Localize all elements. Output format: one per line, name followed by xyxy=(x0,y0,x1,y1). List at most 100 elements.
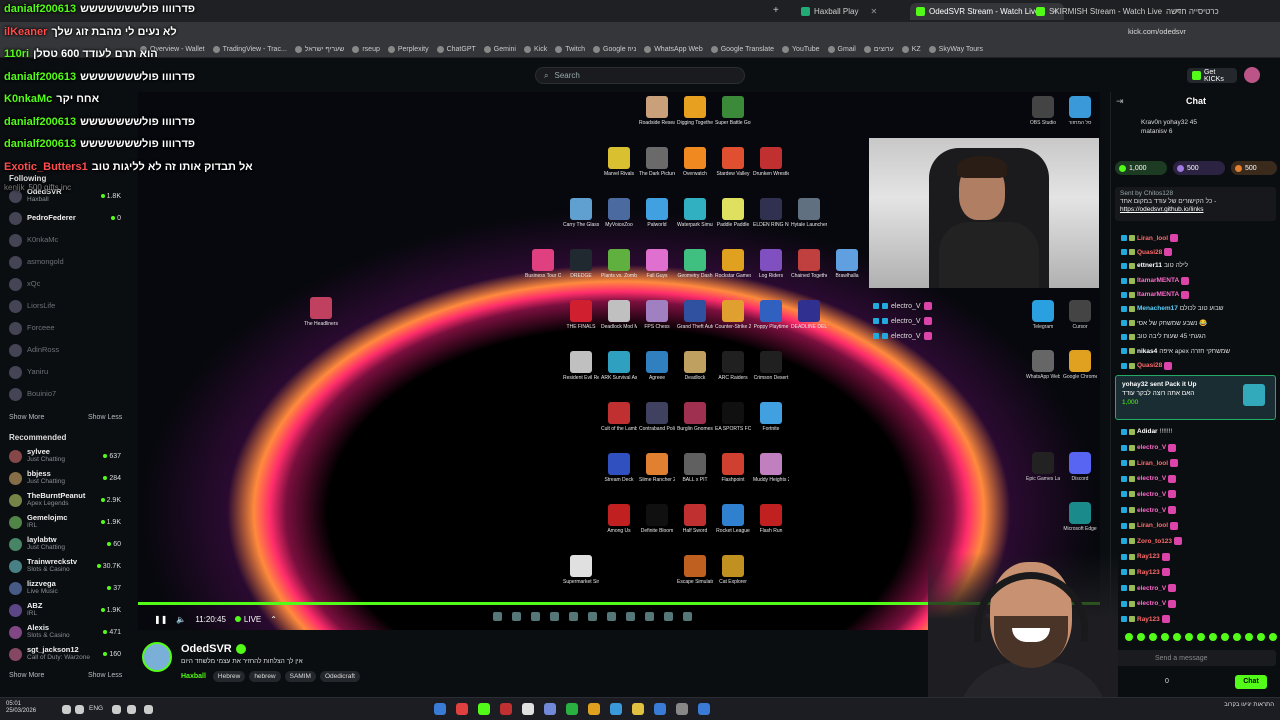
taskbar-app-icon[interactable] xyxy=(544,703,556,715)
taskbar-app-icon[interactable] xyxy=(522,703,534,715)
taskbar-app-icon[interactable] xyxy=(676,703,688,715)
tray-icon[interactable] xyxy=(144,705,153,714)
tray-icon[interactable] xyxy=(62,705,71,714)
taskbar-app-icon[interactable] xyxy=(588,703,600,715)
bookmark-item[interactable]: YouTube xyxy=(782,46,820,53)
new-tab-plus-icon[interactable]: + xyxy=(773,5,779,16)
sidebar-channel[interactable]: LiorsLife xyxy=(9,296,121,316)
streamer-avatar[interactable] xyxy=(142,642,172,672)
taskbar-app-icon[interactable] xyxy=(610,703,622,715)
show-more-link[interactable]: Show More xyxy=(9,414,44,421)
tab-new[interactable]: כרטיסייה חדשה xyxy=(1160,3,1225,20)
recommended-channel[interactable]: ABZ IRL 1.9K xyxy=(9,600,121,620)
chat-username[interactable]: Zoro_to123 xyxy=(1137,538,1172,545)
taskbar-app-icon[interactable] xyxy=(654,703,666,715)
chat-username[interactable]: Liran_lool xyxy=(1137,460,1168,467)
sidebar-channel[interactable]: Bouinio7 xyxy=(9,384,121,404)
recommended-channel[interactable]: laylabtw Just Chatting 60 xyxy=(9,534,121,554)
bookmark-item[interactable]: ChatGPT xyxy=(436,46,476,53)
taskbar-app-icon[interactable] xyxy=(456,703,468,715)
bookmark-item[interactable]: rseup xyxy=(352,46,380,53)
url-text[interactable]: kick.com/odedsvr xyxy=(1128,27,1186,36)
chat-username[interactable]: electro_V xyxy=(1137,491,1166,498)
chat-username[interactable]: Ray123 xyxy=(1137,553,1160,560)
taskbar-app-icon[interactable] xyxy=(500,703,512,715)
bookmark-item[interactable]: Gemini xyxy=(483,46,516,53)
tray-icon[interactable] xyxy=(75,705,84,714)
gift-pill[interactable]: 1,000 xyxy=(1115,161,1167,175)
get-kicks-button[interactable]: Get KICKs xyxy=(1187,68,1237,83)
bookmark-item[interactable]: Twitch xyxy=(555,46,585,53)
tag[interactable]: SAMIM xyxy=(284,671,316,682)
chat-username[interactable]: ItamarMENTA xyxy=(1137,277,1179,284)
sidebar-channel[interactable]: PedroFederer 0 xyxy=(9,208,121,228)
chat-username[interactable]: electro_V xyxy=(1137,585,1166,592)
recommended-channel[interactable]: Trainwreckstv Slots & Casino 30.7K xyxy=(9,556,121,576)
chat-username[interactable]: ettner11 xyxy=(1137,262,1162,269)
recommended-channel[interactable]: Alexis Slots & Casino 471 xyxy=(9,622,121,642)
bookmark-item[interactable]: KZ xyxy=(901,46,921,53)
chat-username[interactable]: Ray123 xyxy=(1137,569,1160,576)
mute-icon[interactable]: 🔈 xyxy=(176,615,186,624)
chat-username[interactable]: electro_V xyxy=(1137,507,1166,514)
tray-icon[interactable] xyxy=(112,705,121,714)
bookmark-item[interactable]: Google ניוז xyxy=(593,46,636,53)
chat-username[interactable]: electro_V xyxy=(1137,475,1166,482)
taskbar-app-icon[interactable] xyxy=(434,703,446,715)
taskbar-app-icon[interactable] xyxy=(698,703,710,715)
avatar[interactable] xyxy=(1244,67,1260,83)
recommended-channel[interactable]: Gemelojmc IRL 1.9K xyxy=(9,512,121,532)
pause-icon[interactable]: ❚❚ xyxy=(154,615,167,624)
channel-points[interactable]: 0 xyxy=(1165,678,1169,685)
bookmark-item[interactable]: Perplexity xyxy=(387,46,429,53)
sidebar-channel[interactable]: AdinRoss xyxy=(9,340,121,360)
close-icon[interactable]: ✕ xyxy=(870,7,877,16)
bookmark-item[interactable]: ערוצים xyxy=(863,46,894,53)
show-less-link[interactable]: Show Less xyxy=(88,672,122,679)
chevron-up-icon[interactable]: ⌃ xyxy=(270,615,277,624)
recommended-channel[interactable]: bbjess Just Chatting 284 xyxy=(9,468,121,488)
gift-pill[interactable]: 500 xyxy=(1173,161,1225,175)
chat-username[interactable]: Ray123 xyxy=(1137,616,1160,623)
bookmark-item[interactable]: Google Translate xyxy=(710,46,774,53)
chat-username[interactable]: electro_V xyxy=(1137,600,1166,607)
gift-pill[interactable]: 500 xyxy=(1231,161,1277,175)
category-link[interactable]: Haxball xyxy=(181,673,206,680)
sidebar-channel[interactable]: Forceee xyxy=(9,318,121,338)
chat-username[interactable]: Menachem17 xyxy=(1137,305,1178,312)
recommended-channel[interactable]: TheBurntPeanut Apex Legends 2.9K xyxy=(9,490,121,510)
bookmark-item[interactable]: SkyWay Tours xyxy=(928,46,983,53)
bookmark-item[interactable]: WhatsApp Web xyxy=(644,46,703,53)
language-indicator[interactable]: ENG xyxy=(89,705,103,712)
tag[interactable]: hebrew xyxy=(249,671,281,682)
chat-username[interactable]: Adidar xyxy=(1137,428,1158,435)
taskbar-app-icon[interactable] xyxy=(566,703,578,715)
sidebar-channel[interactable]: K0nkaMc xyxy=(9,230,121,250)
taskbar-app-icon[interactable] xyxy=(478,703,490,715)
recommended-channel[interactable]: lizzvega Live Music 37 xyxy=(9,578,121,598)
chat-input[interactable]: Send a message xyxy=(1115,650,1276,666)
taskbar-clock[interactable]: 05:01 25/03/2026 xyxy=(6,701,36,715)
show-less-link[interactable]: Show Less xyxy=(88,414,122,421)
sidebar-channel[interactable]: asmongold xyxy=(9,252,121,272)
tab-haxball[interactable]: Haxball Play ✕ xyxy=(795,3,883,20)
chat-username[interactable]: ItamarMENTA xyxy=(1137,291,1179,298)
show-more-link[interactable]: Show More xyxy=(9,672,44,679)
sidebar-channel[interactable]: xQc xyxy=(9,274,121,294)
chat-username[interactable]: Quasi28 xyxy=(1137,249,1162,256)
sidebar-channel[interactable]: Yaniru xyxy=(9,362,121,382)
pinned-link[interactable]: https://odedsvr.github.io/links xyxy=(1120,206,1271,214)
recommended-channel[interactable]: sylvee Just Chatting 637 xyxy=(9,446,121,466)
tray-icon[interactable] xyxy=(127,705,136,714)
chat-username[interactable]: nikas4 xyxy=(1137,348,1157,355)
bookmark-item[interactable]: Kick xyxy=(523,46,547,53)
tag[interactable]: Odedicraft xyxy=(319,671,360,682)
recommended-channel[interactable]: sgt_jackson12 Call of Duty: Warzone 160 xyxy=(9,644,121,664)
bookmark-item[interactable]: Gmail xyxy=(827,46,856,53)
streamer-name[interactable]: OdedSVR xyxy=(181,643,246,655)
chat-username[interactable]: electro_V xyxy=(1137,444,1166,451)
emote-bar[interactable] xyxy=(1125,633,1280,641)
chat-username[interactable]: Quasi28 xyxy=(1137,362,1162,369)
chat-send-button[interactable]: Chat xyxy=(1235,675,1267,689)
tag[interactable]: Hebrew xyxy=(212,671,246,682)
